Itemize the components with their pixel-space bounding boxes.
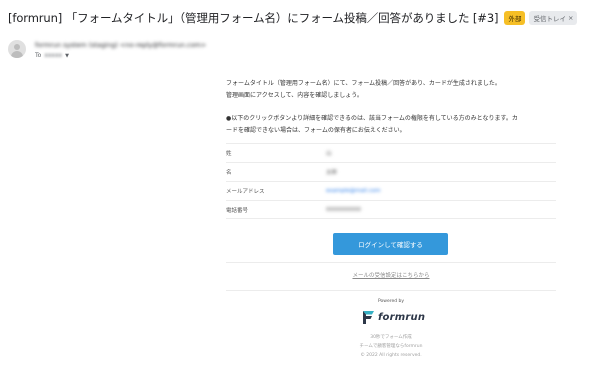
powered-by-label: Powered by (377, 299, 405, 304)
notice-line: ードを確認できない場合は、フォームの保有者にお伝えください。 (226, 127, 406, 134)
divider (226, 262, 556, 263)
to-label: To (35, 52, 42, 59)
field-label: 電話番号 (226, 207, 249, 214)
formrun-logo[interactable]: formrun (362, 308, 425, 326)
inbox-label: 受信トレイ (533, 15, 566, 23)
mail-settings-link[interactable]: メールの受信設定はこちらから (226, 271, 556, 279)
external-badge: 外部 (504, 11, 526, 25)
submission-fields: 姓 山 名 太郎 メールアドレス example@mail.com 電話番号 0… (226, 143, 556, 219)
divider (226, 290, 556, 291)
field-row: 電話番号 0000000000 (226, 200, 556, 219)
footer-line: 30秒でフォーム作成 (370, 335, 412, 340)
field-row: 姓 山 (226, 143, 556, 162)
field-value: 山 (326, 151, 332, 157)
field-row: 名 太郎 (226, 162, 556, 181)
recipient-details-caret-icon[interactable]: ▼ (65, 53, 69, 59)
recipient-line[interactable]: To xxxxx ▼ (35, 52, 69, 59)
login-confirm-button[interactable]: ログインして確認する (333, 233, 448, 255)
email-value-link[interactable]: example@mail.com (326, 188, 380, 194)
field-value: 0000000000 (326, 206, 361, 213)
footer-text: 30秒でフォーム作成 チームで顧客管理ならformrun © 2022 All … (226, 333, 556, 360)
avatar-head-shape (14, 44, 20, 50)
sender-name[interactable]: formrun system (staging) <no-reply@formr… (35, 41, 206, 49)
copyright: © 2022 All rights reserved. (360, 353, 422, 358)
permission-notice: ●以下のクリックボタンより詳細を確認できるのは、該当フォームの権限を有している方… (226, 113, 556, 137)
email-body-intro: フォームタイトル（管理用フォーム名）にて、フォーム投稿／回答があり、カードが生成… (226, 78, 556, 137)
intro-line: フォームタイトル（管理用フォーム名）にて、フォーム投稿／回答があり、カードが生成… (226, 80, 501, 87)
field-label: 名 (226, 170, 232, 176)
sender-avatar (8, 40, 26, 58)
field-row: メールアドレス example@mail.com (226, 181, 556, 200)
formrun-logo-icon (363, 310, 374, 324)
field-value: 太郎 (326, 170, 338, 176)
intro-text: フォームタイトル（管理用フォーム名）にて、フォーム投稿／回答があり、カードが生成… (226, 78, 556, 102)
email-header: [formrun] 「フォームタイトル」（管理用フォーム名）にフォーム投稿／回答… (8, 8, 593, 28)
brand-name: formrun (378, 311, 426, 323)
remove-label-icon[interactable]: × (568, 14, 573, 22)
email-subject: [formrun] 「フォームタイトル」（管理用フォーム名）にフォーム投稿／回答… (8, 11, 499, 25)
inbox-label-chip[interactable]: 受信トレイ × (529, 11, 578, 25)
avatar-body-shape (11, 51, 23, 58)
recipient-name: xxxxx (44, 52, 63, 59)
field-label: 姓 (226, 151, 232, 157)
footer-line: チームで顧客管理ならformrun (359, 344, 423, 349)
field-label: メールアドレス (226, 189, 265, 195)
notice-line: ●以下のクリックボタンより詳細を確認できるのは、該当フォームの権限を有している方… (226, 115, 518, 122)
intro-line: 管理画面にアクセスして、内容を確認しましょう。 (226, 92, 363, 99)
